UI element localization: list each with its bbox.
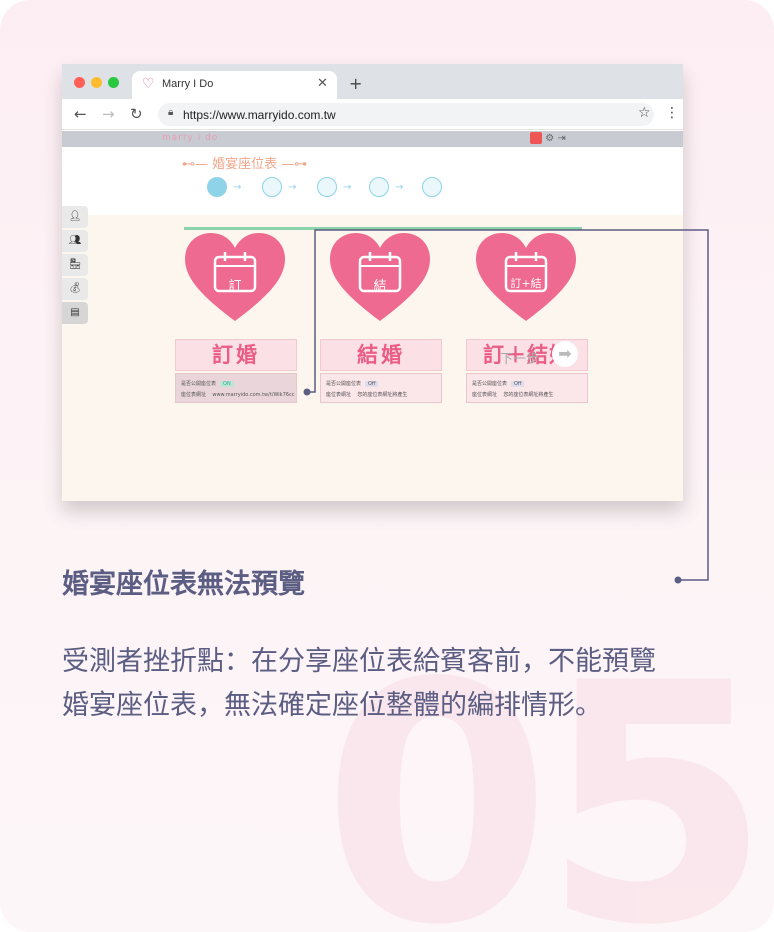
callout-connector xyxy=(303,229,709,584)
finding-body: 受測者挫折點：在分享座位表給賓客前，不能預覽婚宴座位表，無法確定座位整體的編排情… xyxy=(62,646,656,721)
finding-heading: 婚宴座位表無法預覽 xyxy=(62,569,305,600)
card: 05 ♡ Marry I Do ✕ + ← → ↻ 🔒︎ https://www… xyxy=(0,0,774,932)
